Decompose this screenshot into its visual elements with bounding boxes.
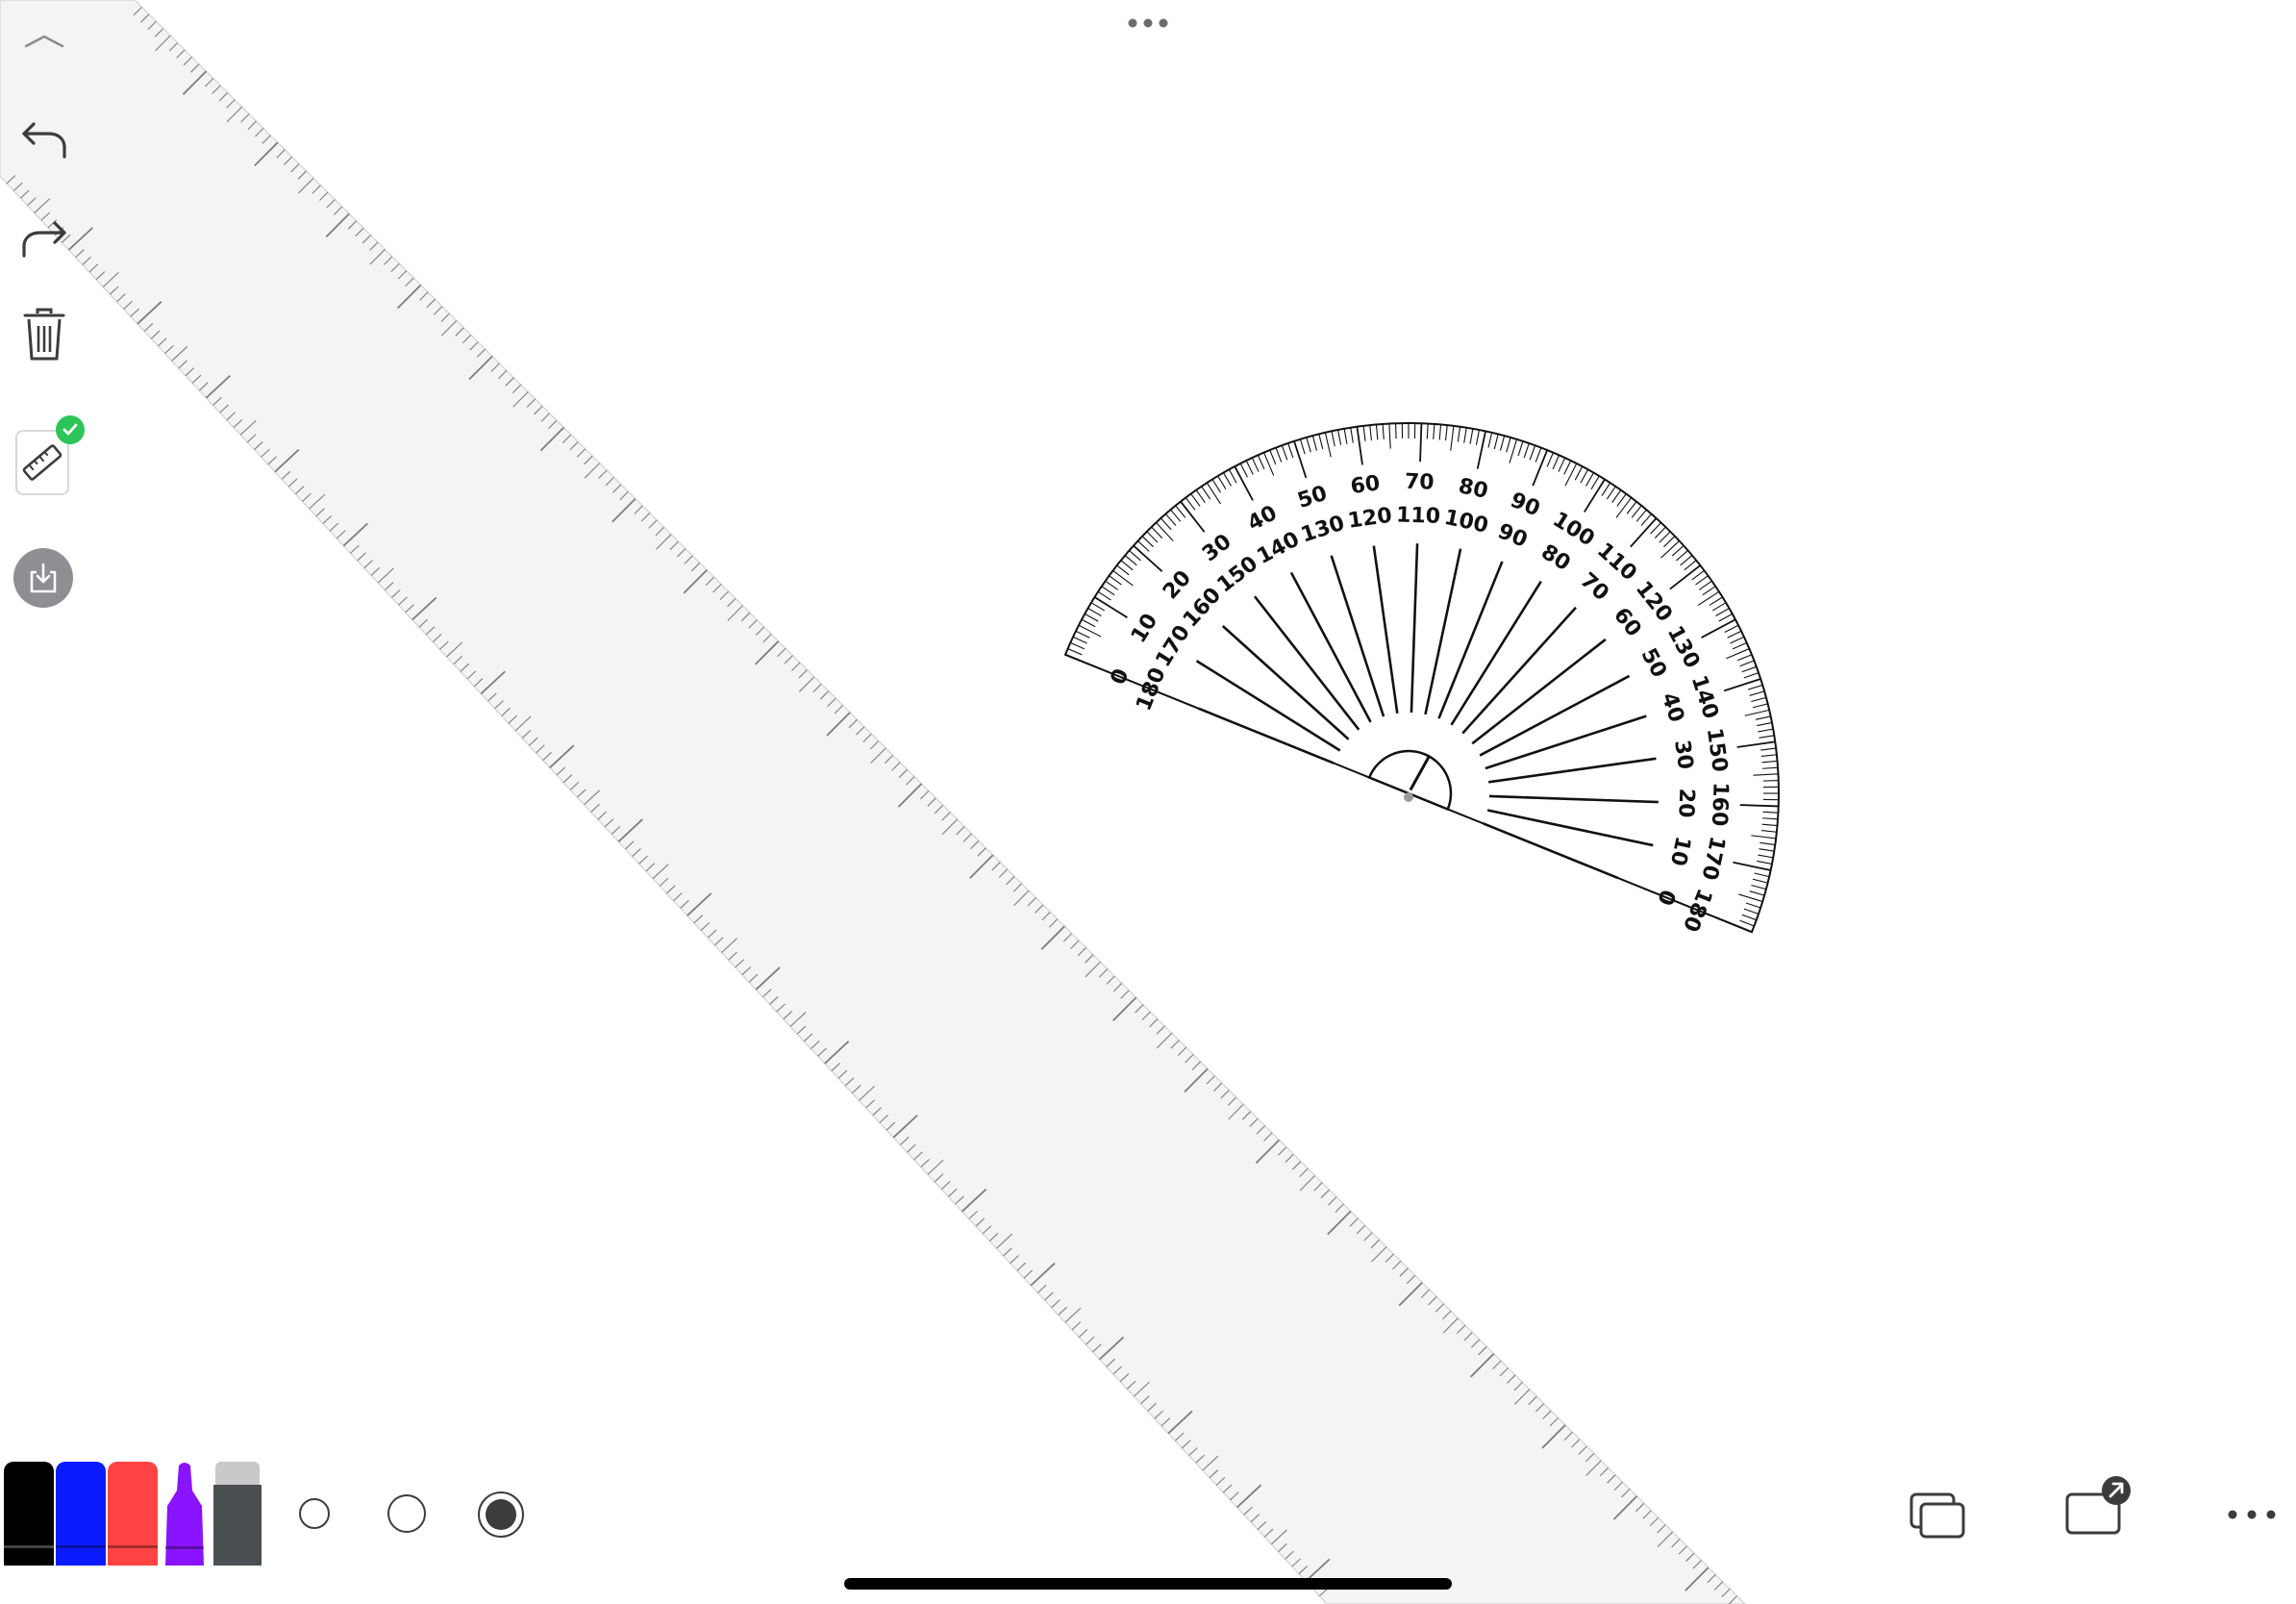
stroke-size-large-selected[interactable] xyxy=(478,1491,524,1538)
undo-icon[interactable] xyxy=(15,111,73,168)
pen-purple-highlighter[interactable] xyxy=(160,1462,210,1566)
protractor-inner-label: 30 xyxy=(1669,739,1697,771)
pen-blue[interactable] xyxy=(56,1462,106,1566)
protractor-outer-label: 70 xyxy=(1405,470,1435,495)
protractor-inner-label: 20 xyxy=(1673,788,1698,817)
drawing-canvas[interactable]: 01020304050 60 70 80 90100110120130140150160… xyxy=(0,0,2296,1604)
stroke-size-medium[interactable] xyxy=(387,1494,426,1533)
active-checkmark-icon xyxy=(56,415,85,444)
home-indicator xyxy=(844,1578,1452,1590)
save-icon[interactable] xyxy=(13,548,73,608)
protractor-outer-label: 160 xyxy=(1707,782,1733,827)
protractor-tick xyxy=(1395,423,1397,439)
redo-icon[interactable] xyxy=(15,210,73,267)
collapse-icon[interactable] xyxy=(15,21,73,60)
more-icon[interactable] xyxy=(2221,1500,2283,1529)
pen-black[interactable] xyxy=(4,1462,54,1566)
ruler-icon xyxy=(22,444,62,481)
pen-red[interactable] xyxy=(108,1462,158,1566)
protractor-tick xyxy=(1762,780,1779,782)
more-dots-icon[interactable] xyxy=(1123,10,1173,37)
share-icon[interactable] xyxy=(2063,1473,2136,1542)
protractor-tool[interactable]: 01020304050 60 70 80 90100110120130140150160… xyxy=(1063,421,1781,935)
protractor-inner-label: 110 xyxy=(1396,503,1441,529)
protractor-outer-label: 60 xyxy=(1349,471,1382,499)
selected-dot xyxy=(486,1499,516,1530)
protractor-center-point xyxy=(1404,792,1413,802)
stroke-size-small[interactable] xyxy=(299,1498,330,1529)
pages-icon[interactable] xyxy=(1906,1487,1969,1544)
eraser-tool[interactable] xyxy=(213,1462,262,1566)
trash-icon[interactable] xyxy=(15,304,73,365)
